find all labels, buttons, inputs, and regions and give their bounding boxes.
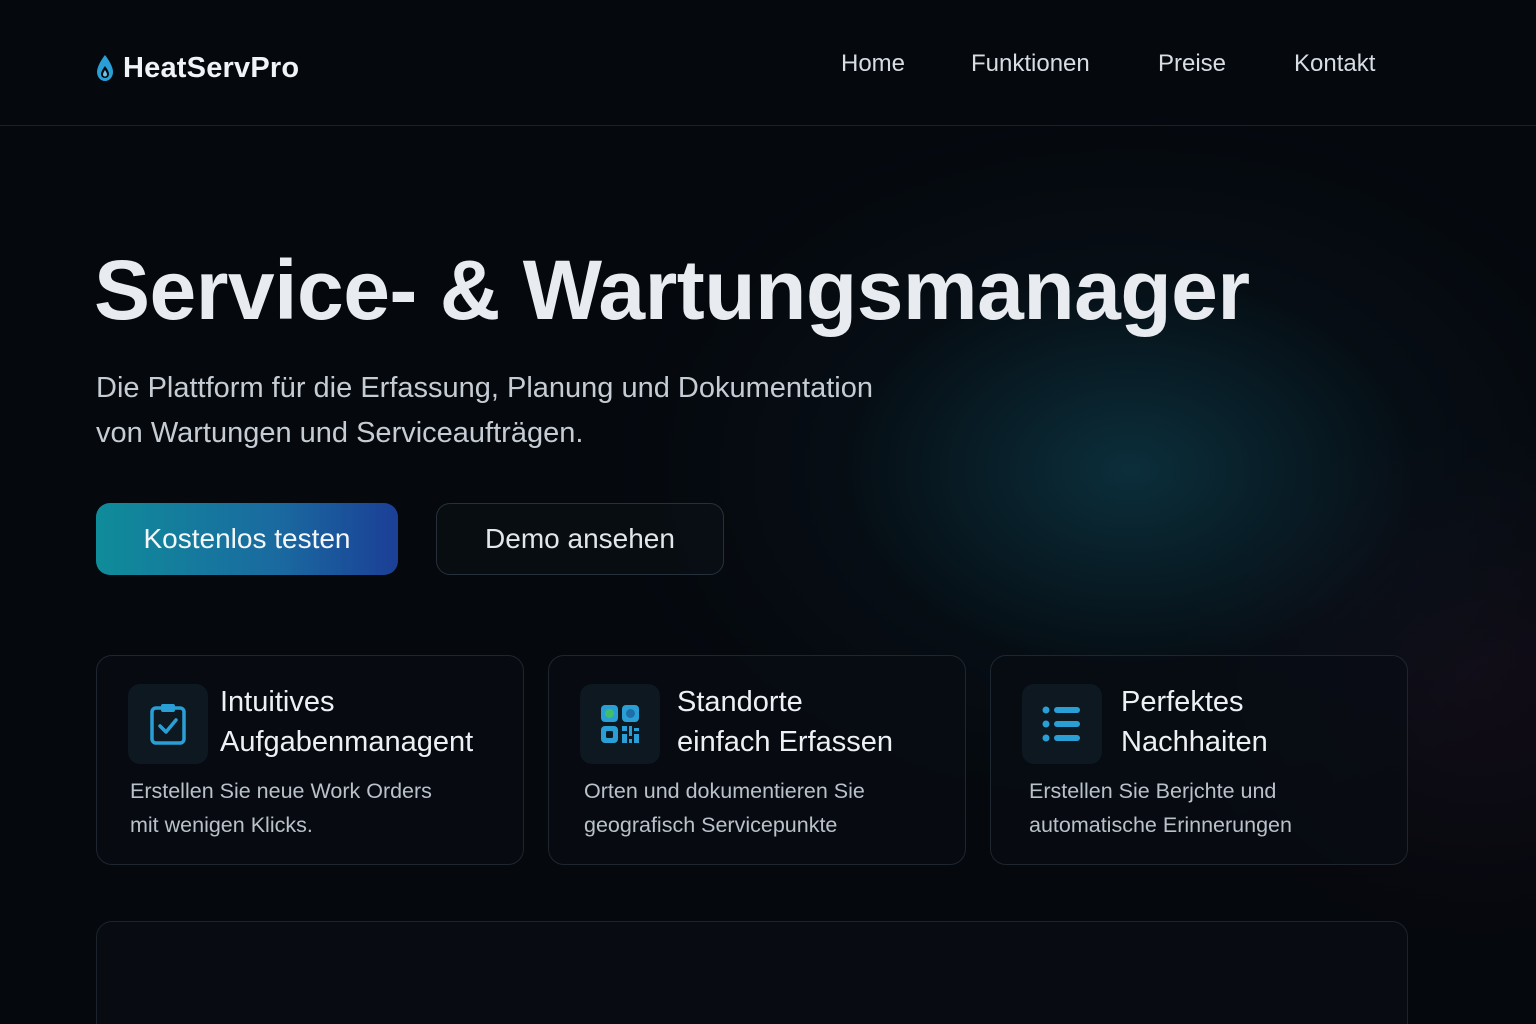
preview-panel: [96, 921, 1408, 1024]
feature-description: Orten und dokumentieren Sie geografisch …: [584, 774, 865, 842]
hero-subtitle: Die Plattform für die Erfassung, Planung…: [96, 366, 996, 456]
feature-desc-line-1: Orten und dokumentieren Sie: [584, 779, 865, 803]
list-icon: [1022, 684, 1102, 764]
free-trial-button[interactable]: Kostenlos testen: [96, 503, 398, 575]
demo-button[interactable]: Demo ansehen: [436, 503, 724, 575]
feature-title-line-1: Standorte: [677, 686, 803, 718]
feature-title-line-1: Intuitives: [220, 686, 335, 718]
feature-desc-line-1: Erstellen Sie neue Work Orders: [130, 779, 432, 803]
feature-card-locations: Standorte einfach Erfassen Orten und dok…: [548, 655, 966, 865]
hero-subtitle-line-1: Die Plattform für die Erfassung, Planung…: [96, 372, 873, 404]
nav-item-kontakt[interactable]: Kontakt: [1294, 50, 1375, 78]
landing-page: HeatServPro Home Funktionen Preise Konta…: [0, 0, 1536, 1024]
hero-subtitle-line-2: von Wartungen und Serviceaufträgen.: [96, 417, 584, 449]
feature-title: Intuitives Aufgabenmanagent: [220, 682, 473, 762]
feature-desc-line-2: automatische Erinnerungen: [1029, 813, 1292, 837]
clipboard-check-icon: [128, 684, 208, 764]
feature-title-line-2: einfach Erfassen: [677, 726, 894, 758]
feature-title: Standorte einfach Erfassen: [677, 682, 893, 762]
feature-title-line-2: Nachhaiten: [1121, 726, 1268, 758]
feature-description: Erstellen Sie neue Work Orders mit wenig…: [130, 774, 432, 842]
feature-title-line-2: Aufgabenmanagent: [220, 726, 474, 758]
main-nav: Home Funktionen Preise Kontakt: [0, 50, 1536, 84]
feature-desc-line-1: Erstellen Sie Berjchte und: [1029, 779, 1277, 803]
qr-code-icon: [580, 684, 660, 764]
nav-item-preise[interactable]: Preise: [1158, 50, 1226, 78]
feature-title: Perfektes Nachhaiten: [1121, 682, 1268, 762]
nav-item-funktionen[interactable]: Funktionen: [971, 50, 1090, 78]
feature-description: Erstellen Sie Berjchte und automatische …: [1029, 774, 1292, 842]
feature-desc-line-2: mit wenigen Klicks.: [130, 813, 313, 837]
feature-title-line-1: Perfektes: [1121, 686, 1244, 718]
top-header: HeatServPro Home Funktionen Preise Konta…: [0, 0, 1536, 126]
feature-desc-line-2: geografisch Servicepunkte: [584, 813, 838, 837]
feature-card-tasks: Intuitives Aufgabenmanagent Erstellen Si…: [96, 655, 524, 865]
hero-title: Service- & Wartungsmanager: [94, 243, 1250, 337]
feature-card-reports: Perfektes Nachhaiten Erstellen Sie Berjc…: [990, 655, 1408, 865]
nav-item-home[interactable]: Home: [841, 50, 905, 78]
